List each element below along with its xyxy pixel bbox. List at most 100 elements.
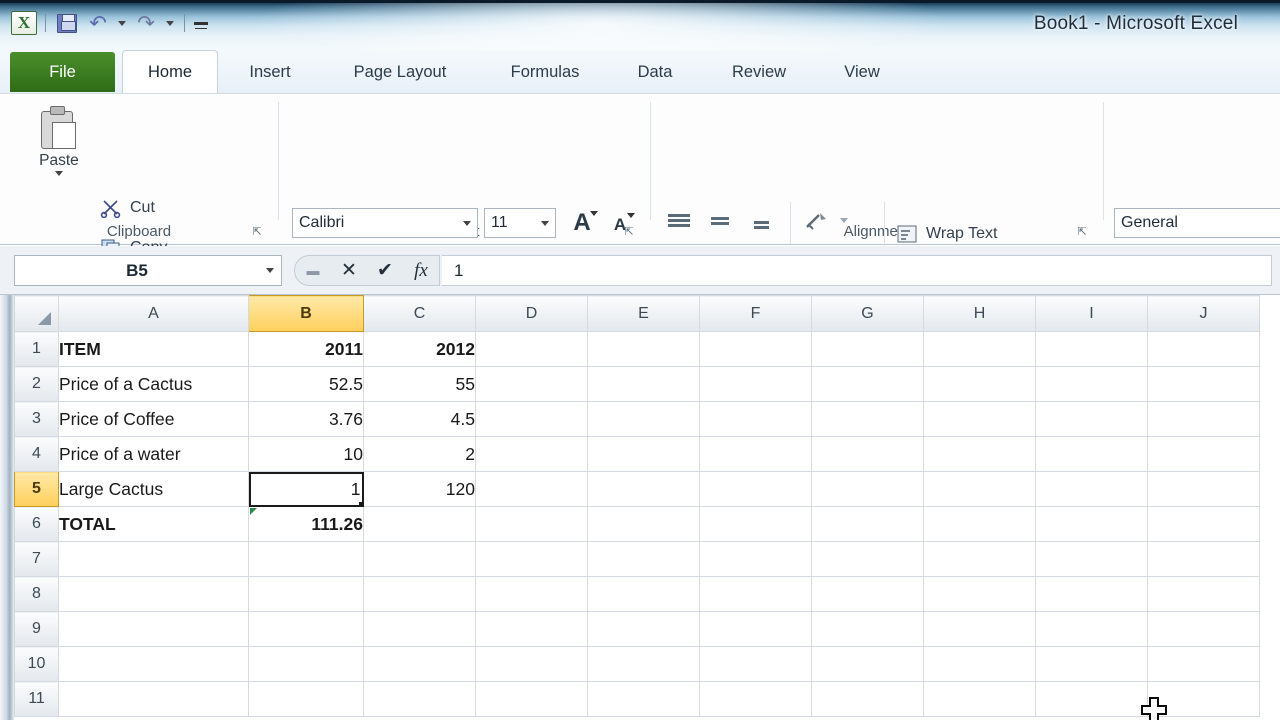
cell-h3[interactable] <box>923 401 1036 437</box>
row-header-1[interactable]: 1 <box>14 331 59 367</box>
cell-h6[interactable] <box>923 506 1036 542</box>
grow-font-button[interactable]: A <box>565 206 599 240</box>
cell-b1[interactable]: 2011 <box>248 331 364 367</box>
cell-a10[interactable] <box>58 646 249 682</box>
cell-d11[interactable] <box>475 681 588 717</box>
cell-b2[interactable]: 52.5 <box>248 366 364 402</box>
cell-b9[interactable] <box>248 611 364 647</box>
cell-e7[interactable] <box>587 541 700 577</box>
clipboard-dialog-launcher[interactable]: ⇱ <box>250 225 264 239</box>
cell-g11[interactable] <box>811 681 924 717</box>
cell-j7[interactable] <box>1147 541 1260 577</box>
insert-function-button[interactable]: fx <box>403 260 439 282</box>
cell-c10[interactable] <box>363 646 476 682</box>
cell-a4[interactable]: Price of a water <box>58 436 249 472</box>
save-button[interactable] <box>53 9 81 37</box>
cell-i2[interactable] <box>1035 366 1148 402</box>
cell-j1[interactable] <box>1147 331 1260 367</box>
cell-d5[interactable] <box>475 471 588 507</box>
cell-c5[interactable]: 120 <box>363 471 476 507</box>
cell-g9[interactable] <box>811 611 924 647</box>
cell-b3[interactable]: 3.76 <box>248 401 364 437</box>
cell-e10[interactable] <box>587 646 700 682</box>
font-name-combobox[interactable]: Calibri <box>292 208 478 238</box>
cell-f9[interactable] <box>699 611 812 647</box>
row-header-2[interactable]: 2 <box>14 366 59 402</box>
undo-button[interactable]: ↶ <box>84 9 112 37</box>
cell-j3[interactable] <box>1147 401 1260 437</box>
cell-c11[interactable] <box>363 681 476 717</box>
cell-a6[interactable]: TOTAL <box>58 506 249 542</box>
shrink-font-button[interactable]: A <box>603 208 637 242</box>
cell-j4[interactable] <box>1147 436 1260 472</box>
cell-e1[interactable] <box>587 331 700 367</box>
cell-e3[interactable] <box>587 401 700 437</box>
cell-b10[interactable] <box>248 646 364 682</box>
tab-page-layout[interactable]: Page Layout <box>320 50 480 94</box>
row-header-6[interactable]: 6 <box>14 506 59 542</box>
row-header-8[interactable]: 8 <box>14 576 59 612</box>
column-header-f[interactable]: F <box>699 295 812 332</box>
align-middle-button[interactable] <box>704 207 736 237</box>
cell-j10[interactable] <box>1147 646 1260 682</box>
cell-f2[interactable] <box>699 366 812 402</box>
paste-button[interactable]: Paste <box>28 102 90 210</box>
cell-b6[interactable]: 111.26 <box>248 506 364 542</box>
cell-c7[interactable] <box>363 541 476 577</box>
cell-d3[interactable] <box>475 401 588 437</box>
cell-c2[interactable]: 55 <box>363 366 476 402</box>
cell-f6[interactable] <box>699 506 812 542</box>
cell-b4[interactable]: 10 <box>248 436 364 472</box>
cancel-edit-button[interactable]: ✕ <box>331 259 367 282</box>
row-header-4[interactable]: 4 <box>14 436 59 472</box>
cell-i5[interactable] <box>1035 471 1148 507</box>
cell-i3[interactable] <box>1035 401 1148 437</box>
row-header-11[interactable]: 11 <box>14 681 59 717</box>
cell-c8[interactable] <box>363 576 476 612</box>
cell-j2[interactable] <box>1147 366 1260 402</box>
cell-f1[interactable] <box>699 331 812 367</box>
cell-a8[interactable] <box>58 576 249 612</box>
cell-e5[interactable] <box>587 471 700 507</box>
cell-f4[interactable] <box>699 436 812 472</box>
tab-formulas[interactable]: Formulas <box>484 50 606 94</box>
cell-g7[interactable] <box>811 541 924 577</box>
cell-a2[interactable]: Price of a Cactus <box>58 366 249 402</box>
name-box[interactable]: B5 <box>14 255 282 286</box>
cell-g4[interactable] <box>811 436 924 472</box>
cell-d2[interactable] <box>475 366 588 402</box>
cell-g2[interactable] <box>811 366 924 402</box>
cell-c9[interactable] <box>363 611 476 647</box>
cell-e6[interactable] <box>587 506 700 542</box>
undo-dropdown-button[interactable] <box>115 9 129 37</box>
column-header-i[interactable]: I <box>1035 295 1148 332</box>
row-header-10[interactable]: 10 <box>14 646 59 682</box>
cell-d4[interactable] <box>475 436 588 472</box>
cell-h2[interactable] <box>923 366 1036 402</box>
cell-i11[interactable] <box>1035 681 1148 717</box>
cell-d9[interactable] <box>475 611 588 647</box>
cell-b7[interactable] <box>248 541 364 577</box>
orientation-dropdown-button[interactable] <box>836 210 852 230</box>
cell-i1[interactable] <box>1035 331 1148 367</box>
tab-insert[interactable]: Insert <box>224 50 316 94</box>
cell-f7[interactable] <box>699 541 812 577</box>
cell-g3[interactable] <box>811 401 924 437</box>
cell-f5[interactable] <box>699 471 812 507</box>
cell-g8[interactable] <box>811 576 924 612</box>
cell-g1[interactable] <box>811 331 924 367</box>
cut-button[interactable]: Cut <box>100 198 155 219</box>
cell-h8[interactable] <box>923 576 1036 612</box>
column-header-h[interactable]: H <box>923 295 1036 332</box>
cell-e9[interactable] <box>587 611 700 647</box>
cell-b11[interactable] <box>248 681 364 717</box>
cell-h9[interactable] <box>923 611 1036 647</box>
grid-left-edge-scrollbar[interactable] <box>0 295 14 720</box>
tab-data[interactable]: Data <box>612 50 698 94</box>
column-header-j[interactable]: J <box>1147 295 1260 332</box>
alignment-dialog-launcher[interactable]: ⇱ <box>1075 225 1089 239</box>
cell-f3[interactable] <box>699 401 812 437</box>
cell-d10[interactable] <box>475 646 588 682</box>
cell-a11[interactable] <box>58 681 249 717</box>
wrap-text-button[interactable]: Wrap Text <box>896 224 997 244</box>
